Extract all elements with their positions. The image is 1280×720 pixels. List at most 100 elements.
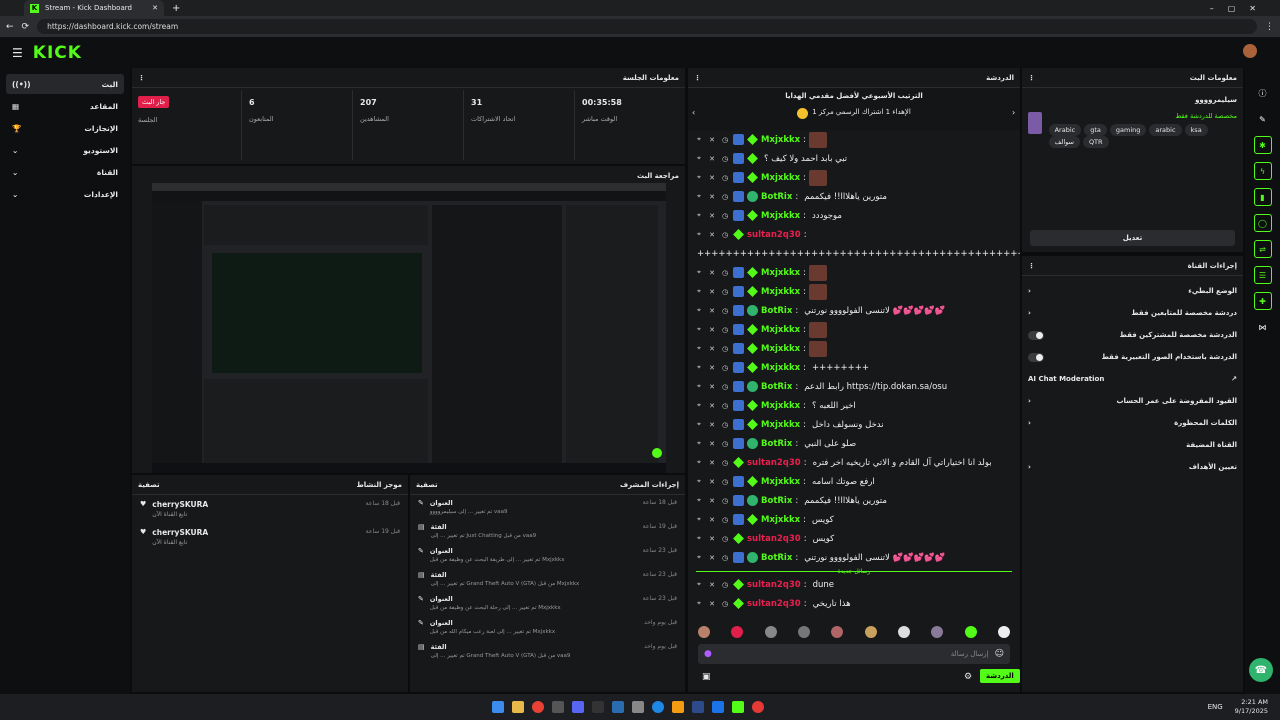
ban-icon[interactable]: ✕ [707, 306, 717, 316]
timeout-icon[interactable]: ◷ [720, 192, 730, 202]
chat-username[interactable]: Mxjxkkx [761, 515, 800, 525]
timeout-icon[interactable]: ◷ [720, 458, 730, 468]
taskbar-clock[interactable]: 2:21 AM 9/17/2025 [1235, 698, 1268, 716]
timeout-icon[interactable]: ◷ [720, 599, 730, 609]
ban-icon[interactable]: ✕ [707, 496, 717, 506]
chat-username[interactable]: Mxjxkkx [761, 420, 800, 430]
raid-icon[interactable]: ⇌ [1253, 240, 1272, 258]
chat-username[interactable]: sultan2q30 [747, 230, 801, 240]
app-icon[interactable] [632, 701, 644, 713]
chat-username[interactable]: sultan2q30 [747, 534, 801, 544]
stream-tag[interactable]: Arabic [1048, 124, 1082, 136]
app-icon[interactable] [592, 701, 604, 713]
pin-icon[interactable]: ⌖ [694, 580, 704, 590]
chrome-icon[interactable] [532, 701, 544, 713]
timeout-icon[interactable]: ◷ [720, 439, 730, 449]
browser-tab[interactable]: K Stream - Kick Dashboard ✕ [24, 0, 164, 16]
ban-icon[interactable]: ✕ [707, 580, 717, 590]
pin-icon[interactable]: ⌖ [694, 382, 704, 392]
channel-action-row[interactable]: الدردشة مخصصة للمشتركين فقط [1022, 324, 1243, 346]
more-icon[interactable]: ⋮ [138, 74, 145, 82]
timeout-icon[interactable]: ◷ [720, 515, 730, 525]
next-arrow-icon[interactable]: › [1012, 108, 1015, 117]
close-tab-icon[interactable]: ✕ [152, 4, 158, 12]
stream-preview-video[interactable] [152, 183, 666, 473]
pin-icon[interactable]: ⌖ [694, 458, 704, 468]
pin-icon[interactable]: ⌖ [694, 154, 704, 164]
ban-icon[interactable]: ✕ [707, 344, 717, 354]
discord-icon[interactable] [572, 701, 584, 713]
clip-icon[interactable]: ▮ [1253, 188, 1272, 206]
prev-arrow-icon[interactable]: ‹ [692, 108, 695, 117]
timeout-icon[interactable]: ◷ [720, 135, 730, 145]
poll-icon[interactable]: ☰ [1253, 266, 1272, 284]
ban-icon[interactable]: ✕ [707, 268, 717, 278]
timeout-icon[interactable]: ◷ [720, 344, 730, 354]
chat-username[interactable]: Mxjxkkx [761, 135, 800, 145]
ban-icon[interactable]: ✕ [707, 192, 717, 202]
chat-username[interactable]: Mxjxkkx [761, 477, 800, 487]
channel-action-row[interactable]: › القيود المفروضة على عمر الحساب [1022, 390, 1243, 412]
pin-icon[interactable]: ⌖ [694, 534, 704, 544]
ban-icon[interactable]: ✕ [707, 154, 717, 164]
mic-icon[interactable]: ● [704, 649, 712, 659]
timeout-icon[interactable]: ◷ [720, 173, 730, 183]
channel-action-row[interactable]: › دردشة مخصصة للمتابعين فقط [1022, 302, 1243, 324]
timeout-icon[interactable]: ◷ [720, 401, 730, 411]
ban-icon[interactable]: ✕ [707, 477, 717, 487]
timeout-icon[interactable]: ◷ [720, 325, 730, 335]
channel-action-row[interactable]: › تعيين الأهداف [1022, 456, 1243, 478]
timeout-icon[interactable]: ◷ [720, 534, 730, 544]
emote-icon[interactable] [997, 626, 1010, 638]
file-explorer-icon[interactable] [512, 701, 524, 713]
app-icon[interactable] [712, 701, 724, 713]
support-chat-icon[interactable]: ☎ [1249, 658, 1273, 682]
avatar[interactable] [1243, 44, 1257, 58]
chat-username[interactable]: BotRix [761, 192, 792, 202]
emote-icon[interactable] [698, 626, 710, 638]
chat-username[interactable]: Mxjxkkx [761, 173, 800, 183]
ban-icon[interactable]: ✕ [707, 515, 717, 525]
channel-action-row[interactable]: › الوضع البطيء [1022, 280, 1243, 302]
nav-item-seats[interactable]: ▦ المقاعد [6, 96, 124, 116]
timeout-icon[interactable]: ◷ [720, 287, 730, 297]
bolt-icon[interactable]: ϟ [1253, 162, 1272, 180]
emote-icon[interactable] [831, 626, 844, 638]
windows-start-icon[interactable] [492, 701, 504, 713]
timeout-icon[interactable]: ◷ [720, 211, 730, 221]
ban-icon[interactable]: ✕ [707, 534, 717, 544]
nav-item-studio[interactable]: ⌄ الاستوديو [6, 140, 124, 160]
timeout-icon[interactable]: ◷ [720, 268, 730, 278]
pin-icon[interactable]: ⌖ [694, 268, 704, 278]
chat-username[interactable]: Mxjxkkx [761, 401, 800, 411]
emote-icon[interactable] [864, 626, 877, 638]
ban-icon[interactable]: ✕ [707, 287, 717, 297]
chat-input[interactable]: ● إرسال رسالة ☺ [698, 644, 1010, 664]
stream-tag[interactable]: سوالف [1048, 136, 1080, 148]
chat-username[interactable]: sultan2q30 [747, 580, 801, 590]
timeout-icon[interactable]: ◷ [720, 477, 730, 487]
ban-icon[interactable]: ✕ [707, 401, 717, 411]
ban-icon[interactable]: ✕ [707, 135, 717, 145]
ban-icon[interactable]: ✕ [707, 325, 717, 335]
pin-icon[interactable]: ⌖ [694, 420, 704, 430]
chat-bubble-icon[interactable]: ◯ [1253, 214, 1272, 232]
stream-tag[interactable]: gta [1084, 124, 1107, 136]
ban-icon[interactable]: ✕ [707, 382, 717, 392]
pin-icon[interactable]: ⌖ [694, 401, 704, 411]
ban-icon[interactable]: ✕ [707, 173, 717, 183]
activity-username[interactable]: cherrySKURA [152, 528, 208, 537]
ban-icon[interactable]: ✕ [707, 363, 717, 373]
pin-icon[interactable]: ⌖ [694, 325, 704, 335]
gift-icon[interactable]: ▣ [702, 672, 711, 682]
edge-icon[interactable] [652, 701, 664, 713]
activity-username[interactable]: cherrySKURA [152, 500, 208, 509]
pin-icon[interactable]: ⌖ [694, 439, 704, 449]
pin-icon[interactable]: ⌖ [694, 211, 704, 221]
filter-button[interactable]: تصفية [138, 481, 160, 489]
pin-icon[interactable]: ⌖ [694, 135, 704, 145]
back-icon[interactable]: ← [6, 22, 14, 32]
pin-icon[interactable]: ⌖ [694, 599, 704, 609]
toggle-switch[interactable] [1028, 330, 1044, 340]
pin-icon[interactable]: ⌖ [694, 553, 704, 563]
